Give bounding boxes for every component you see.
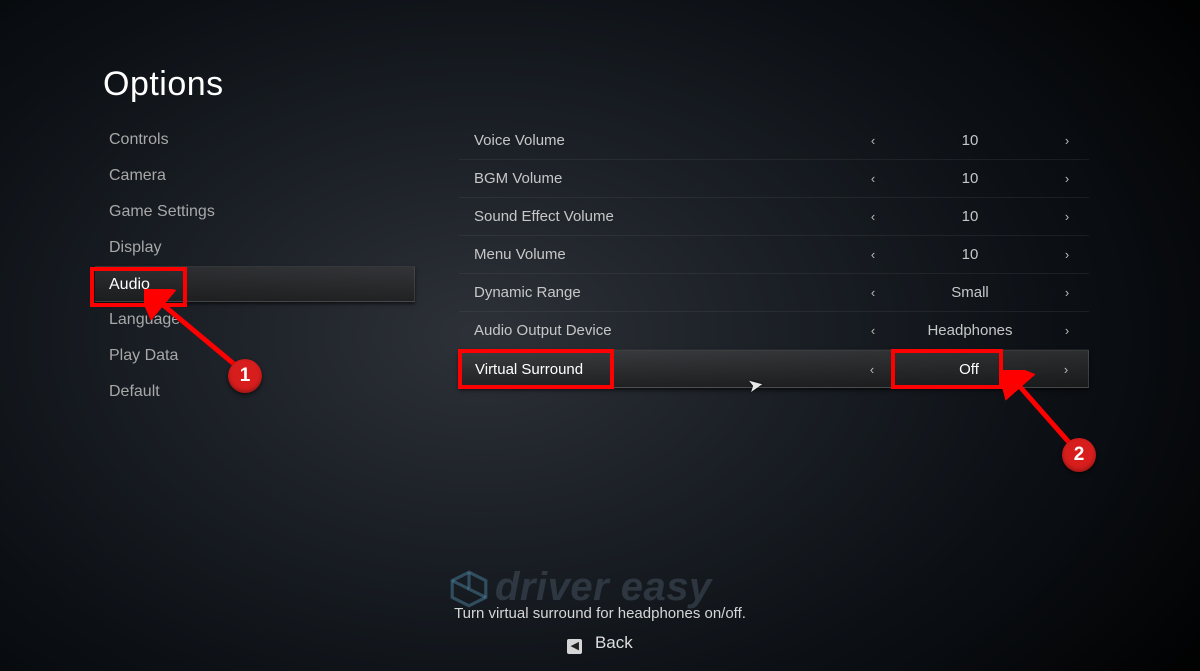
- setting-label: Virtual Surround: [475, 361, 850, 378]
- chevron-left-icon[interactable]: ‹: [850, 362, 894, 377]
- setting-virtual-surround[interactable]: Virtual Surround ‹ Off ›: [459, 350, 1089, 388]
- chevron-right-icon[interactable]: ›: [1045, 285, 1089, 300]
- chevron-left-icon[interactable]: ‹: [851, 323, 895, 338]
- sidebar-item-display[interactable]: Display: [95, 230, 415, 266]
- sidebar-item-camera[interactable]: Camera: [95, 158, 415, 194]
- setting-audio-output-device[interactable]: Audio Output Device ‹ Headphones ›: [459, 312, 1089, 350]
- chevron-left-icon[interactable]: ‹: [851, 209, 895, 224]
- chevron-left-icon[interactable]: ‹: [851, 285, 895, 300]
- sidebar-item-label: Play Data: [109, 347, 178, 364]
- sidebar-item-label: Default: [109, 383, 160, 400]
- setting-label: BGM Volume: [474, 170, 851, 187]
- chevron-right-icon[interactable]: ›: [1045, 171, 1089, 186]
- driver-easy-watermark: driver easy: [495, 565, 712, 610]
- setting-label: Sound Effect Volume: [474, 208, 851, 225]
- setting-label: Voice Volume: [474, 132, 851, 149]
- options-sidebar: Controls Camera Game Settings Display Au…: [95, 122, 415, 410]
- setting-value: 10: [895, 208, 1045, 225]
- sidebar-item-label: Game Settings: [109, 203, 215, 220]
- sidebar-item-language[interactable]: Language: [95, 302, 415, 338]
- sidebar-item-audio[interactable]: Audio: [95, 266, 415, 302]
- chevron-right-icon[interactable]: ›: [1045, 133, 1089, 148]
- setting-value: 10: [895, 246, 1045, 263]
- sidebar-item-label: Audio: [109, 276, 150, 293]
- setting-value: 10: [895, 132, 1045, 149]
- annotation-marker-2: 2: [1062, 438, 1096, 472]
- setting-bgm-volume[interactable]: BGM Volume ‹ 10 ›: [459, 160, 1089, 198]
- setting-label: Menu Volume: [474, 246, 851, 263]
- setting-value: 10: [895, 170, 1045, 187]
- page-title: Options: [103, 65, 224, 104]
- sidebar-item-label: Display: [109, 239, 161, 256]
- setting-dynamic-range[interactable]: Dynamic Range ‹ Small ›: [459, 274, 1089, 312]
- audio-settings-panel: Voice Volume ‹ 10 › BGM Volume ‹ 10 › So…: [459, 122, 1089, 388]
- back-prompt[interactable]: ◀ Back: [0, 633, 1200, 654]
- sidebar-item-default[interactable]: Default: [95, 374, 415, 410]
- sidebar-item-label: Controls: [109, 131, 169, 148]
- sidebar-item-game-settings[interactable]: Game Settings: [95, 194, 415, 230]
- chevron-right-icon[interactable]: ›: [1044, 362, 1088, 377]
- back-label: Back: [595, 633, 633, 652]
- option-hint-text: Turn virtual surround for headphones on/…: [0, 605, 1200, 622]
- back-button-icon: ◀: [567, 639, 582, 654]
- chevron-left-icon[interactable]: ‹: [851, 247, 895, 262]
- sidebar-item-label: Camera: [109, 167, 166, 184]
- chevron-right-icon[interactable]: ›: [1045, 247, 1089, 262]
- chevron-right-icon[interactable]: ›: [1045, 209, 1089, 224]
- setting-label: Dynamic Range: [474, 284, 851, 301]
- setting-menu-volume[interactable]: Menu Volume ‹ 10 ›: [459, 236, 1089, 274]
- chevron-left-icon[interactable]: ‹: [851, 171, 895, 186]
- setting-sound-effect-volume[interactable]: Sound Effect Volume ‹ 10 ›: [459, 198, 1089, 236]
- setting-label: Audio Output Device: [474, 322, 851, 339]
- setting-value: Small: [895, 284, 1045, 301]
- driver-easy-logo-icon: [448, 568, 490, 610]
- sidebar-item-label: Language: [109, 311, 180, 328]
- setting-value: Headphones: [895, 322, 1045, 339]
- chevron-left-icon[interactable]: ‹: [851, 133, 895, 148]
- setting-voice-volume[interactable]: Voice Volume ‹ 10 ›: [459, 122, 1089, 160]
- setting-value: Off: [894, 361, 1044, 378]
- sidebar-item-play-data[interactable]: Play Data: [95, 338, 415, 374]
- chevron-right-icon[interactable]: ›: [1045, 323, 1089, 338]
- sidebar-item-controls[interactable]: Controls: [95, 122, 415, 158]
